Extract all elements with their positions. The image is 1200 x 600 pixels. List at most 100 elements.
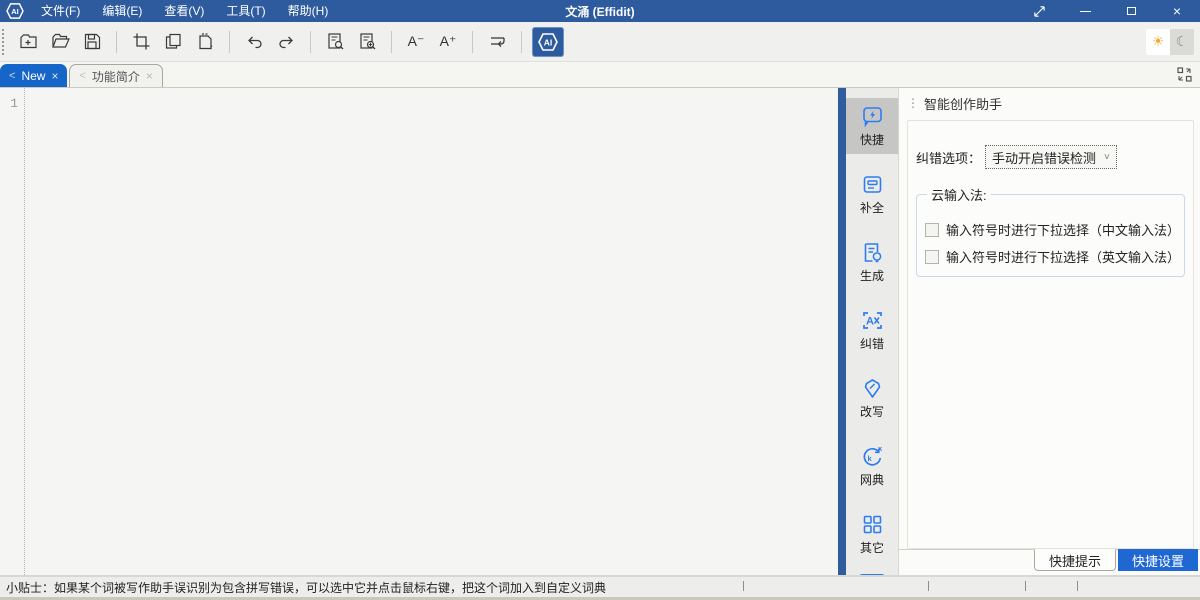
redo-button[interactable]: [271, 28, 301, 56]
theme-toggle: ☀ ☾: [1146, 29, 1194, 55]
sidebar-item-shortcut[interactable]: 快捷: [846, 98, 898, 154]
editor-scrollbar[interactable]: [838, 88, 846, 575]
copy-icon: [164, 32, 183, 51]
checkbox-label: 输入符号时进行下拉选择（中文输入法）: [946, 220, 1176, 239]
sidebar-item-other[interactable]: 其它: [846, 506, 898, 562]
cut-button[interactable]: [126, 28, 156, 56]
open-file-button[interactable]: [45, 28, 75, 56]
find-replace-icon: [358, 32, 377, 51]
checkbox-unchecked[interactable]: [925, 250, 939, 264]
shortcut-tips-button[interactable]: 快捷提示: [1034, 549, 1116, 571]
paste-button[interactable]: [190, 28, 220, 56]
line-number: 1: [10, 96, 18, 111]
checkbox-row-english-ime[interactable]: 输入符号时进行下拉选择（英文输入法）: [925, 247, 1176, 266]
paste-icon: [196, 32, 215, 51]
window-controls: ×: [1016, 0, 1200, 22]
assistant-panel: ⋮ 智能创作助手 纠错选项： 手动开启错误检测 ˅ 云输入法: 输入符号时进行下…: [898, 88, 1200, 575]
moon-icon: ☾: [1176, 33, 1189, 50]
cloud-ime-legend: 云输入法:: [927, 185, 991, 204]
maximize-button[interactable]: [1108, 0, 1154, 22]
find-document-icon: [326, 32, 345, 51]
undo-button[interactable]: [239, 28, 269, 56]
cloud-ime-group: 云输入法: 输入符号时进行下拉选择（中文输入法） 输入符号时进行下拉选择（英文输…: [916, 185, 1185, 277]
drag-handle-icon[interactable]: ⋮: [907, 96, 918, 110]
menu-edit[interactable]: 编辑(E): [91, 0, 153, 22]
tab-close-icon[interactable]: ×: [146, 69, 153, 83]
dark-theme-button[interactable]: ☾: [1170, 29, 1194, 55]
copy-button[interactable]: [158, 28, 188, 56]
sidebar-item-label: 网典: [860, 471, 884, 488]
tab-feature-intro[interactable]: < 功能简介 ×: [69, 64, 162, 87]
panel-body: 纠错选项： 手动开启错误检测 ˅ 云输入法: 输入符号时进行下拉选择（中文输入法…: [907, 120, 1194, 549]
status-tip: 小贴士：如果某个词被写作助手误识别为包含拼写错误，可以选中它并点击鼠标右键，把这…: [6, 579, 606, 596]
generate-doc-icon: [861, 241, 884, 264]
panel-footer: 快捷提示 快捷设置: [899, 549, 1200, 575]
minimize-button[interactable]: [1062, 0, 1108, 22]
sidebar-item-rewrite[interactable]: 改写: [846, 370, 898, 426]
sidebar-item-correct[interactable]: A 纠错: [846, 302, 898, 358]
open-folder-icon: [51, 32, 70, 51]
panel-header: ⋮ 智能创作助手: [899, 88, 1200, 118]
status-separator: [1077, 581, 1078, 591]
checkbox-row-chinese-ime[interactable]: 输入符号时进行下拉选择（中文输入法）: [925, 220, 1176, 239]
tab-history-icon[interactable]: <: [79, 70, 85, 82]
close-icon: ×: [1173, 4, 1181, 18]
layout-swap-button[interactable]: [1177, 67, 1192, 82]
checkbox-label: 输入符号时进行下拉选择（英文输入法）: [946, 247, 1176, 266]
redo-icon: [277, 32, 296, 51]
find-button[interactable]: [320, 28, 350, 56]
word-wrap-icon: [488, 32, 507, 51]
menu-file[interactable]: 文件(F): [30, 0, 91, 22]
menu-view[interactable]: 查看(V): [153, 0, 215, 22]
correction-option-label: 纠错选项：: [916, 148, 981, 167]
sidebar-item-label: 生成: [860, 267, 884, 284]
sidebar-item-dictionary[interactable]: k x 网典: [846, 438, 898, 494]
effidit-window: AI 文件(F) 编辑(E) 查看(V) 工具(T) 帮助(H) 文涌 (Eff…: [0, 0, 1200, 600]
ai-assistant-button[interactable]: AI: [532, 27, 564, 57]
find-replace-button[interactable]: [352, 28, 382, 56]
checkbox-unchecked[interactable]: [925, 223, 939, 237]
layout-swap-icon: [1177, 67, 1192, 82]
chevron-down-icon: ˅: [1104, 152, 1110, 163]
tab-label: New: [21, 69, 45, 83]
svg-text:x: x: [878, 445, 883, 453]
sidebar-item-generate[interactable]: 生成: [846, 234, 898, 290]
tab-close-icon[interactable]: ×: [51, 69, 58, 83]
sidebar-item-label: 改写: [860, 403, 884, 420]
sidebar-item-completion[interactable]: 补全: [846, 166, 898, 222]
dictionary-refresh-icon: k x: [861, 445, 884, 468]
restore-size-button[interactable]: [1016, 0, 1062, 22]
editor-area[interactable]: 1: [0, 88, 838, 575]
toolbar-grip[interactable]: [2, 29, 12, 55]
ai-hexagon-icon: AI: [538, 33, 558, 51]
lightning-bubble-icon: [861, 105, 884, 128]
tab-history-icon[interactable]: <: [9, 70, 15, 82]
gem-rewrite-icon: [861, 377, 884, 400]
svg-text:A: A: [866, 316, 874, 328]
grid-icon: [861, 513, 884, 536]
undo-icon: [245, 32, 264, 51]
close-button[interactable]: ×: [1154, 0, 1200, 22]
new-file-button[interactable]: [13, 28, 43, 56]
word-wrap-button[interactable]: [482, 28, 512, 56]
svg-text:AI: AI: [11, 7, 19, 16]
light-theme-button[interactable]: ☀: [1146, 29, 1170, 55]
toolbar-separator: [472, 31, 473, 53]
menu-help[interactable]: 帮助(H): [277, 0, 340, 22]
font-increase-button[interactable]: A⁺: [433, 28, 463, 56]
new-file-icon: [19, 32, 38, 51]
crop-icon: [132, 32, 151, 51]
status-separator: [743, 581, 744, 591]
line-number-gutter: 1: [0, 88, 25, 575]
status-separator: [1025, 581, 1026, 591]
statusbar: 小贴士：如果某个词被写作助手误识别为包含拼写错误，可以选中它并点击鼠标右键，把这…: [0, 575, 1200, 600]
shortcut-settings-button[interactable]: 快捷设置: [1118, 549, 1198, 571]
tab-new[interactable]: < New ×: [0, 64, 67, 87]
font-decrease-button[interactable]: A⁻: [401, 28, 431, 56]
menu-tools[interactable]: 工具(T): [215, 0, 276, 22]
correction-mode-dropdown[interactable]: 手动开启错误检测 ˅: [985, 145, 1117, 169]
sun-icon: ☀: [1152, 33, 1165, 50]
toolbar-separator: [116, 31, 117, 53]
save-button[interactable]: [77, 28, 107, 56]
sidebar-item-label: 纠错: [860, 335, 884, 352]
